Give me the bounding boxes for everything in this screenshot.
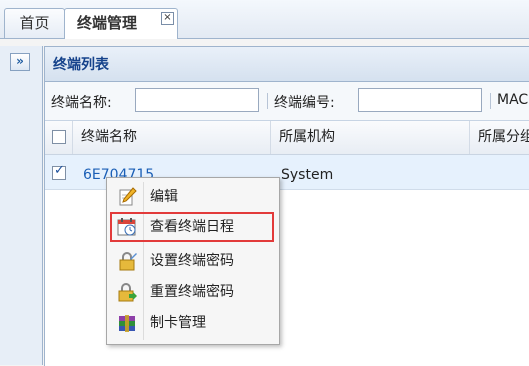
- select-all-cell: [45, 121, 73, 154]
- menu-item-view-schedule[interactable]: 查看终端日程: [110, 212, 274, 242]
- context-menu: 编辑 查看终端日程 设置终端密码 重置终端密码 制卡管理: [106, 177, 280, 345]
- column-header-organization[interactable]: 所属机构: [271, 121, 470, 154]
- row-checkbox[interactable]: [52, 163, 66, 180]
- close-icon[interactable]: ×: [161, 12, 174, 25]
- tab-home[interactable]: 首页: [4, 8, 65, 38]
- grid-header: 终端名称 所属机构 所属分组: [45, 121, 529, 155]
- menu-item-reset-password-label: 重置终端密码: [150, 284, 234, 300]
- tab-bar: 首页 终端管理 ×: [0, 0, 529, 39]
- tab-home-label: 首页: [19, 14, 50, 32]
- terminal-number-label: 终端编号:: [274, 95, 335, 111]
- tab-terminal-management-label: 终端管理: [77, 14, 138, 32]
- column-header-group[interactable]: 所属分组: [470, 121, 529, 154]
- menu-item-reset-password[interactable]: 重置终端密码: [110, 277, 274, 307]
- menu-item-set-password-label: 设置终端密码: [150, 253, 234, 269]
- calendar-clock-icon: [117, 218, 136, 236]
- select-all-checkbox[interactable]: [52, 130, 66, 144]
- menu-item-card-management-label: 制卡管理: [150, 315, 206, 331]
- filter-toolbar: 终端名称: 终端编号: MAC: [45, 82, 529, 121]
- menu-item-card-management[interactable]: 制卡管理: [110, 308, 274, 338]
- double-chevron-right-icon: »: [16, 54, 24, 68]
- column-header-terminal-name[interactable]: 终端名称: [73, 121, 271, 154]
- organization-cell: System: [281, 167, 334, 183]
- toolbar-separator: [267, 93, 268, 109]
- edit-pencil-icon: [119, 187, 137, 206]
- menu-item-set-password[interactable]: 设置终端密码: [110, 246, 274, 276]
- terminal-number-input[interactable]: [358, 88, 482, 112]
- menu-item-edit[interactable]: 编辑: [110, 182, 274, 212]
- panel-title: 终端列表: [45, 47, 529, 82]
- expand-sidebar-button[interactable]: »: [10, 53, 30, 71]
- menu-item-view-schedule-label: 查看终端日程: [150, 219, 234, 235]
- mac-label: MAC: [497, 92, 529, 108]
- lock-reset-icon: [118, 283, 137, 302]
- toolbar-separator: [490, 93, 491, 109]
- terminal-name-input[interactable]: [135, 88, 259, 112]
- lock-settings-icon: [119, 252, 137, 271]
- collapsed-sidebar: »: [0, 46, 43, 365]
- menu-item-edit-label: 编辑: [150, 189, 178, 205]
- tab-terminal-management[interactable]: 终端管理 ×: [64, 8, 178, 39]
- terminal-name-label: 终端名称:: [51, 95, 112, 111]
- card-stack-icon: [119, 315, 135, 332]
